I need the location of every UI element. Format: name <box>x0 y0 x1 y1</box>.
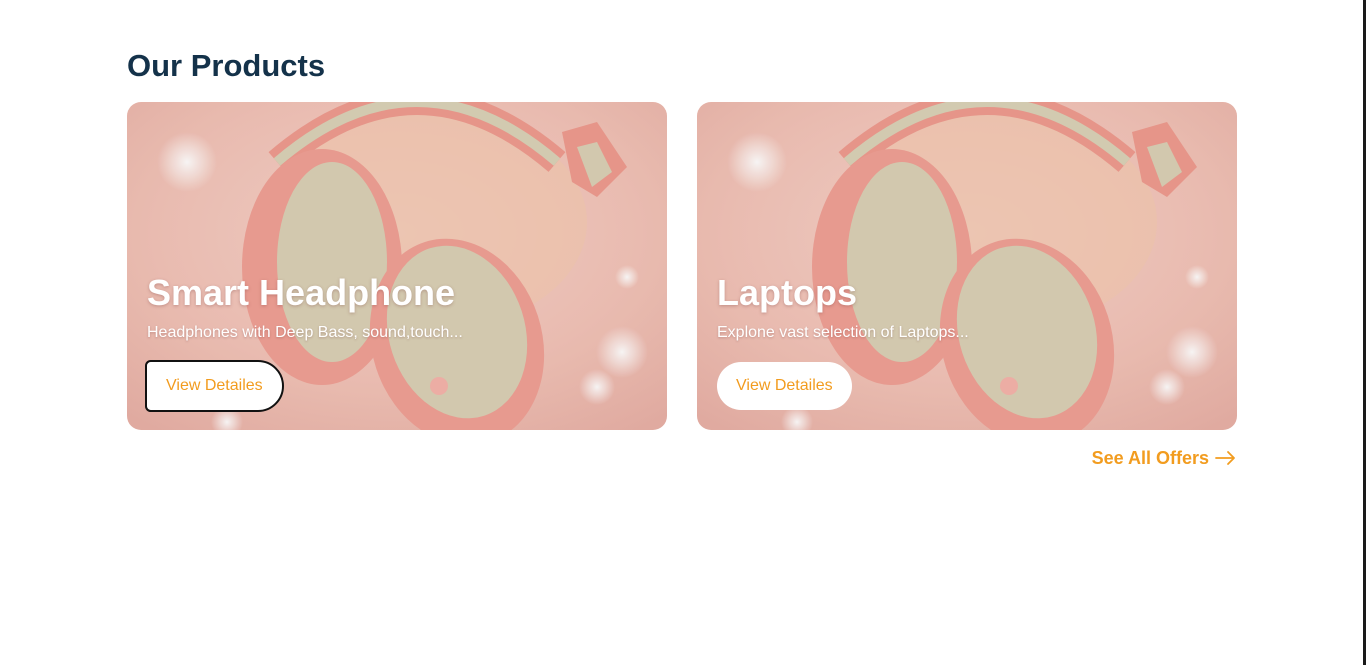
section-title: Our Products <box>127 48 326 83</box>
see-all-label: See All Offers <box>1091 448 1209 468</box>
product-title: Laptops <box>717 272 857 313</box>
product-card-headphone[interactable]: Smart Headphone Headphones with Deep Bas… <box>127 102 667 430</box>
card-content: Laptops Explone vast selection of Laptop… <box>717 272 1217 410</box>
product-description: Headphones with Deep Bass, sound,touch..… <box>147 324 463 341</box>
products-section: Our Products Smart Headphone Headphones … <box>127 44 1237 468</box>
arrow-right-icon <box>1215 450 1237 466</box>
see-all-offers-link[interactable]: See All Offers <box>1092 446 1237 470</box>
product-description: Explone vast selection of Laptops... <box>717 324 969 341</box>
card-content: Smart Headphone Headphones with Deep Bas… <box>145 272 647 412</box>
view-details-button[interactable]: View Detailes <box>145 360 284 412</box>
product-card-laptops[interactable]: Laptops Explone vast selection of Laptop… <box>697 102 1237 430</box>
product-title: Smart Headphone <box>147 272 456 313</box>
product-cards: Smart Headphone Headphones with Deep Bas… <box>127 102 1237 430</box>
view-details-button[interactable]: View Detailes <box>717 362 852 410</box>
